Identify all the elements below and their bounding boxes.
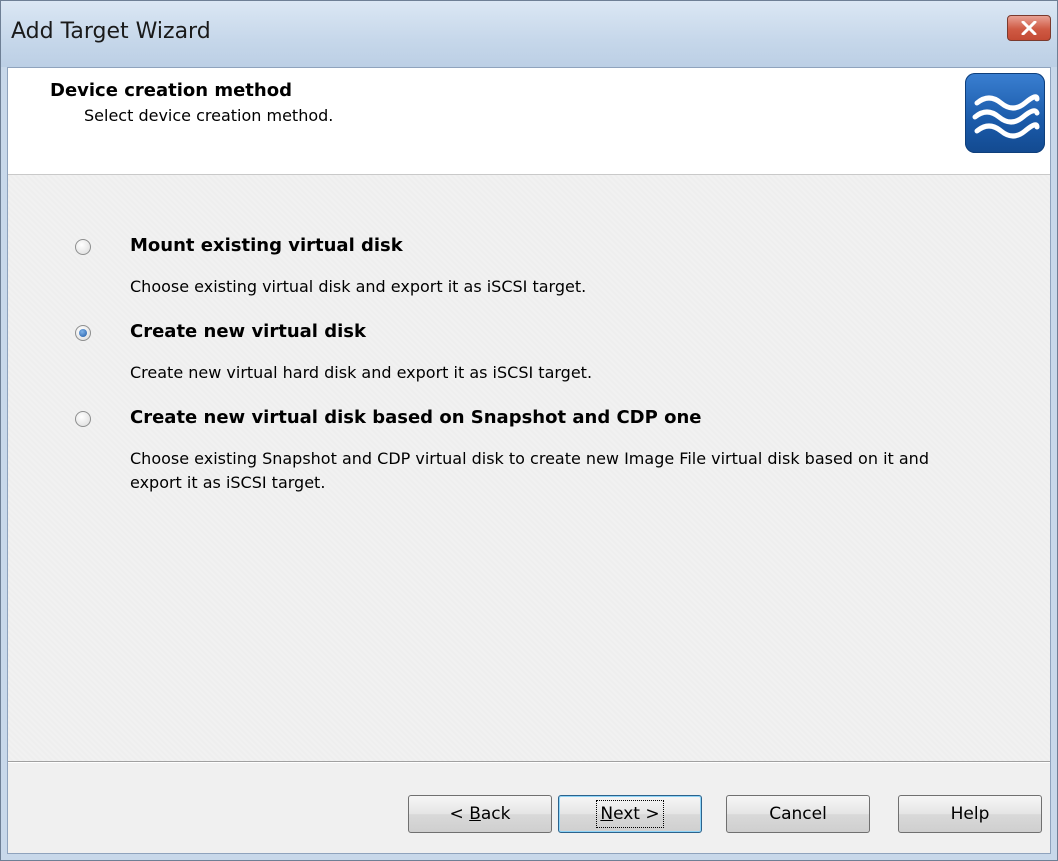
option-description: Create new virtual hard disk and export … — [130, 363, 593, 382]
page-title: Device creation method — [50, 80, 292, 101]
options-panel: Mount existing virtual disk Choose exist… — [8, 175, 1050, 763]
window-title: Add Target Wizard — [11, 19, 211, 44]
option-label[interactable]: Create new virtual disk based on Snapsho… — [130, 407, 701, 428]
option-description: Choose existing virtual disk and export … — [130, 277, 587, 296]
radio-mount-existing[interactable] — [75, 239, 91, 255]
option-description: Choose existing Snapshot and CDP virtual… — [130, 449, 929, 492]
wizard-client-area: Device creation method Select device cre… — [7, 67, 1051, 854]
cancel-button-label: Cancel — [769, 804, 827, 824]
next-button[interactable]: Next > — [558, 795, 702, 833]
title-bar[interactable]: Add Target Wizard — [1, 1, 1057, 67]
wizard-footer: < Back Next > Cancel Help — [8, 765, 1050, 853]
option-label[interactable]: Create new virtual disk — [130, 321, 366, 342]
page-subtitle: Select device creation method. — [84, 106, 334, 125]
back-button-label: < Back — [449, 804, 511, 824]
next-button-label: Next > — [596, 800, 664, 828]
wizard-header: Device creation method Select device cre… — [8, 68, 1050, 175]
wizard-window: Add Target Wizard Device creation method… — [0, 0, 1058, 861]
option-label[interactable]: Mount existing virtual disk — [130, 235, 403, 256]
radio-create-new[interactable] — [75, 325, 91, 341]
cancel-button[interactable]: Cancel — [726, 795, 870, 833]
radio-create-from-snapshot[interactable] — [75, 411, 91, 427]
help-button-label: Help — [950, 804, 990, 824]
back-button[interactable]: < Back — [408, 795, 552, 833]
close-icon — [1021, 21, 1037, 35]
footer-divider — [8, 761, 1050, 763]
wave-logo-icon — [965, 73, 1045, 153]
help-button[interactable]: Help — [898, 795, 1042, 833]
close-button[interactable] — [1007, 15, 1051, 41]
